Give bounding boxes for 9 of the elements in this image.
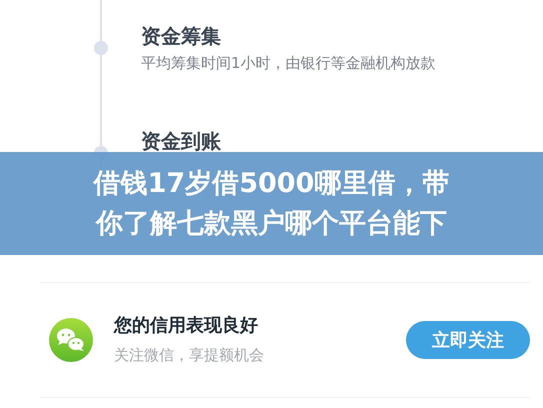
follow-button[interactable]: 立即关注 <box>406 321 530 359</box>
banner-headline: 你了解七款黑户哪个平台能下 <box>96 206 447 240</box>
card-title: 您的信用表现良好 <box>114 314 259 338</box>
banner-headline: 借钱17岁借5000哪里借，带 <box>94 166 450 200</box>
card-subtitle: 关注微信，享提额机会 <box>114 345 265 366</box>
step-title: 资金到账 <box>141 128 222 155</box>
step-title: 资金筹集 <box>141 23 222 50</box>
chat-bubbles-icon <box>49 318 93 362</box>
step-description: 平均筹集时间1小时，由银行等金融机构放款 <box>141 53 437 74</box>
